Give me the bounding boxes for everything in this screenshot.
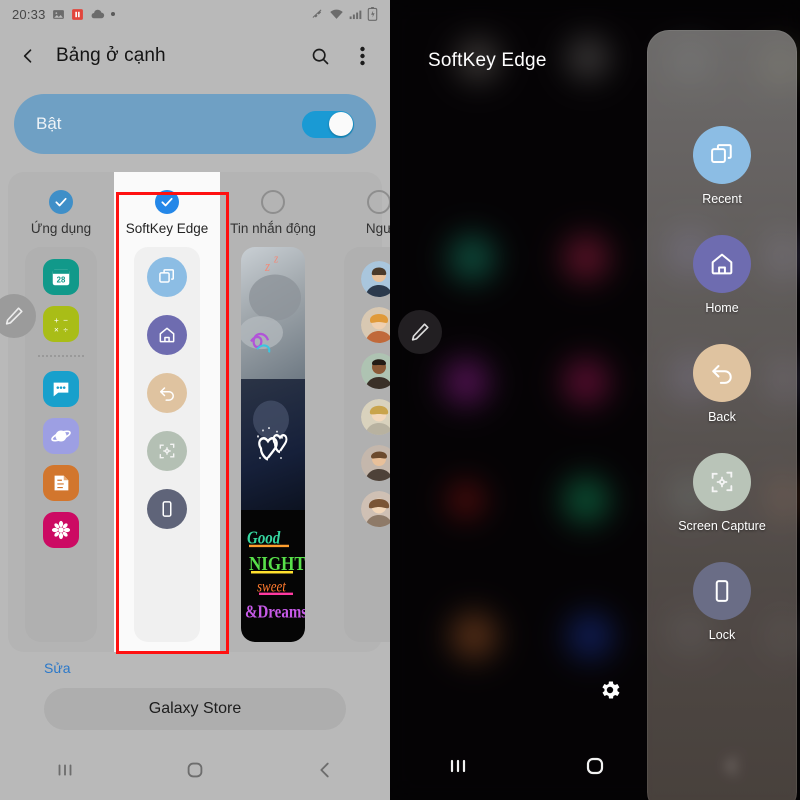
recents-icon[interactable]	[54, 759, 76, 786]
panel-option-softkey-edge[interactable]: SoftKey Edge	[114, 172, 220, 652]
softkey-panel-preview	[134, 246, 200, 642]
panel-checkbox-people[interactable]	[367, 190, 390, 214]
dynamic-messages-preview: z z Good NIGHT sweet &Dream	[241, 246, 305, 642]
avatar	[361, 306, 390, 343]
home-icon[interactable]	[693, 235, 751, 293]
cloud-icon	[90, 8, 105, 21]
edge-panels-toggle-row[interactable]: Bật	[14, 94, 376, 154]
avatar	[361, 444, 390, 481]
panel-option-apps[interactable]: Ứng dụng 28 + − × ÷	[8, 172, 114, 652]
screen-capture-icon[interactable]	[693, 453, 751, 511]
panel-chooser-row: Ứng dụng 28 + − × ÷ SoftKey Edge Tin nhắ…	[8, 172, 390, 652]
gallery-icon	[52, 8, 65, 21]
panel-option-dynamic-messages[interactable]: Tin nhắn động z z Good NIGHT sweet &Drea…	[220, 172, 326, 652]
panel-checkbox-apps[interactable]	[49, 190, 73, 214]
home-icon	[147, 314, 187, 355]
message-tile-goodnight: Good NIGHT sweet &Dreams!	[241, 510, 305, 642]
edge-item-recent[interactable]: Recent	[693, 126, 751, 206]
status-bar-left: 20:33	[12, 7, 115, 22]
panel-label-apps: Ứng dụng	[30, 221, 92, 236]
edge-panel-title: SoftKey Edge	[428, 50, 547, 71]
edge-label-home: Home	[705, 301, 739, 315]
panel-label-softkey-edge: SoftKey Edge	[125, 221, 209, 236]
search-icon[interactable]	[306, 42, 334, 70]
edge-handle-pencil-button[interactable]	[398, 310, 442, 354]
edge-item-screen-capture[interactable]: Screen Capture	[678, 453, 766, 533]
svg-text:×: ×	[54, 325, 59, 334]
svg-text:÷: ÷	[63, 325, 68, 334]
galaxy-store-button[interactable]: Galaxy Store	[44, 688, 346, 730]
back-icon[interactable]	[314, 759, 336, 786]
switch-knob	[328, 112, 353, 136]
status-bar-clock: 20:33	[12, 6, 46, 22]
svg-text:&Dreams!: &Dreams!	[245, 602, 305, 623]
home-icon[interactable]	[184, 759, 206, 786]
edit-link[interactable]: Sửa	[44, 660, 71, 676]
app-bar: Bảng ở cạnh	[0, 28, 390, 84]
apps-divider	[38, 354, 84, 358]
panel-label-people: Ngư	[365, 221, 390, 236]
people-panel-preview	[344, 246, 390, 642]
avatar	[361, 260, 390, 297]
messages-icon	[43, 370, 79, 407]
settings-gear-icon[interactable]	[598, 678, 622, 707]
svg-text:+: +	[54, 316, 59, 325]
toggle-label: Bật	[36, 114, 62, 133]
apps-panel-preview: 28 + − × ÷	[25, 246, 97, 642]
panel-checkbox-softkey-edge[interactable]	[155, 190, 179, 214]
internet-icon	[43, 417, 79, 454]
edge-panels-switch[interactable]	[302, 110, 354, 138]
left-nav-bar	[0, 744, 390, 800]
lock-icon[interactable]	[693, 562, 751, 620]
recent-icon	[147, 256, 187, 297]
calculator-icon: + − × ÷	[43, 305, 79, 342]
avatar	[361, 398, 390, 435]
message-tile-heart	[241, 378, 305, 511]
softkey-edge-panel: Recent Home Back Screen Capture Lock	[647, 30, 797, 800]
edge-label-recent: Recent	[702, 192, 742, 206]
svg-text:z: z	[273, 253, 279, 266]
home-icon[interactable]	[583, 754, 607, 783]
calendar-icon: 28	[43, 258, 79, 295]
recent-icon[interactable]	[693, 126, 751, 184]
svg-text:28: 28	[57, 275, 66, 284]
edge-label-lock: Lock	[708, 628, 736, 642]
avatar	[361, 490, 390, 527]
screenshot-stage: 20:33 Bảng ở cạnh Bật Ứng dụng 28 + − × …	[0, 0, 800, 800]
right-phone-screen: SoftKey Edge Recent Home Back Screen Cap…	[390, 0, 800, 800]
svg-text:−: −	[63, 316, 68, 325]
themes-icon	[43, 511, 79, 548]
screen-capture-icon	[147, 430, 187, 471]
svg-text:z: z	[264, 258, 271, 274]
page-title: Bảng ở cạnh	[56, 45, 166, 66]
more-vertical-icon[interactable]	[348, 42, 376, 70]
wifi-icon	[329, 8, 344, 21]
panel-chooser-card: Ứng dụng 28 + − × ÷ SoftKey Edge Tin nhắ…	[0, 172, 390, 652]
left-phone-screen: 20:33 Bảng ở cạnh Bật Ứng dụng 28 + − × …	[0, 0, 390, 800]
edge-item-lock[interactable]: Lock	[693, 562, 751, 642]
notes-icon	[43, 464, 79, 501]
message-tile-dog: z z	[241, 246, 305, 379]
edge-label-back: Back	[708, 410, 736, 424]
signal-icon	[349, 8, 362, 21]
back-icon	[147, 372, 187, 413]
edge-item-home[interactable]: Home	[693, 235, 751, 315]
recents-icon[interactable]	[446, 754, 470, 783]
status-bar: 20:33	[0, 0, 390, 28]
chevron-left-icon[interactable]	[14, 42, 42, 70]
lock-icon	[147, 488, 187, 529]
edge-item-back[interactable]: Back	[693, 344, 751, 424]
more-dot-icon	[110, 12, 115, 16]
back-icon[interactable]	[693, 344, 751, 402]
dnd-mute-icon	[310, 7, 324, 21]
pause-notification-icon	[71, 8, 84, 21]
panel-label-dynamic-messages: Tin nhắn động	[230, 221, 316, 236]
panel-option-people[interactable]: Ngư	[326, 172, 390, 652]
panel-checkbox-dynamic-messages[interactable]	[261, 190, 285, 214]
avatar	[361, 352, 390, 389]
battery-icon	[367, 7, 378, 21]
status-bar-right	[310, 7, 378, 21]
edge-label-screen-capture: Screen Capture	[678, 519, 766, 533]
